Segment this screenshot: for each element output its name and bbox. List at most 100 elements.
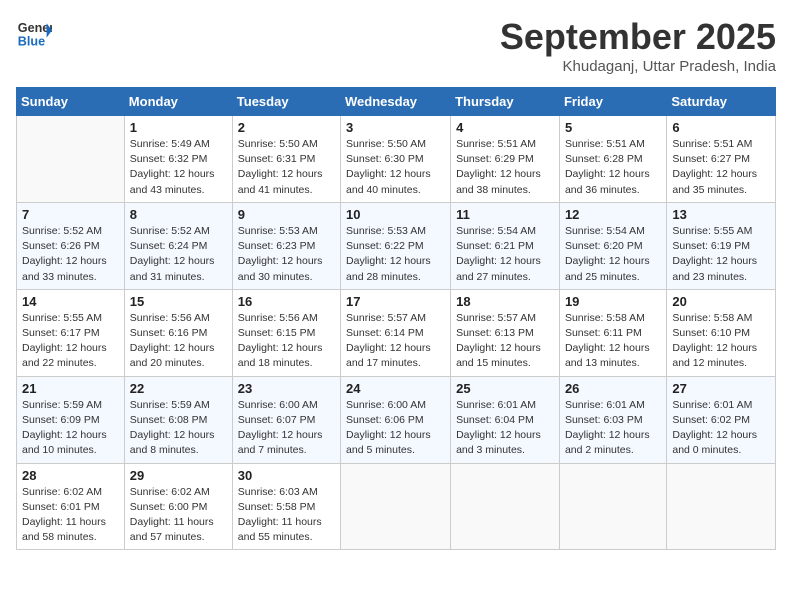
day-number: 25	[456, 381, 554, 396]
calendar-cell	[341, 463, 451, 550]
day-number: 8	[130, 207, 227, 222]
day-info: Sunrise: 5:59 AM Sunset: 6:08 PM Dayligh…	[130, 398, 227, 459]
title-block: September 2025 Khudaganj, Uttar Pradesh,…	[500, 16, 776, 75]
calendar-cell: 24 Sunrise: 6:00 AM Sunset: 6:06 PM Dayli…	[341, 376, 451, 463]
weekday-header-tuesday: Tuesday	[232, 88, 340, 116]
day-number: 4	[456, 120, 554, 135]
day-number: 28	[22, 468, 119, 483]
location-subtitle: Khudaganj, Uttar Pradesh, India	[500, 58, 776, 75]
calendar-cell: 3 Sunrise: 5:50 AM Sunset: 6:30 PM Daylig…	[341, 116, 451, 203]
day-info: Sunrise: 5:58 AM Sunset: 6:11 PM Dayligh…	[565, 311, 661, 372]
day-number: 14	[22, 294, 119, 309]
day-number: 21	[22, 381, 119, 396]
calendar-week-2: 7 Sunrise: 5:52 AM Sunset: 6:26 PM Daylig…	[17, 202, 776, 289]
day-info: Sunrise: 5:50 AM Sunset: 6:30 PM Dayligh…	[346, 137, 445, 198]
calendar-week-5: 28 Sunrise: 6:02 AM Sunset: 6:01 PM Dayli…	[17, 463, 776, 550]
day-info: Sunrise: 6:01 AM Sunset: 6:03 PM Dayligh…	[565, 398, 661, 459]
calendar-cell: 21 Sunrise: 5:59 AM Sunset: 6:09 PM Dayli…	[17, 376, 125, 463]
calendar-cell	[451, 463, 560, 550]
weekday-header-saturday: Saturday	[667, 88, 776, 116]
calendar-body: 1 Sunrise: 5:49 AM Sunset: 6:32 PM Daylig…	[17, 116, 776, 550]
day-info: Sunrise: 5:56 AM Sunset: 6:15 PM Dayligh…	[238, 311, 335, 372]
day-number: 15	[130, 294, 227, 309]
calendar-cell: 17 Sunrise: 5:57 AM Sunset: 6:14 PM Dayli…	[341, 289, 451, 376]
day-info: Sunrise: 5:55 AM Sunset: 6:19 PM Dayligh…	[672, 224, 770, 285]
calendar-cell: 2Sunrise: 5:50 AM Sunset: 6:31 PM Daylig…	[232, 116, 340, 203]
day-number: 30	[238, 468, 335, 483]
calendar-cell: 30Sunrise: 6:03 AM Sunset: 5:58 PM Dayli…	[232, 463, 340, 550]
weekday-header-sunday: Sunday	[17, 88, 125, 116]
day-info: Sunrise: 6:01 AM Sunset: 6:02 PM Dayligh…	[672, 398, 770, 459]
day-number: 26	[565, 381, 661, 396]
day-number: 6	[672, 120, 770, 135]
day-info: Sunrise: 5:51 AM Sunset: 6:28 PM Dayligh…	[565, 137, 661, 198]
day-number: 16	[238, 294, 335, 309]
day-number: 3	[346, 120, 445, 135]
day-info: Sunrise: 5:52 AM Sunset: 6:26 PM Dayligh…	[22, 224, 119, 285]
day-number: 12	[565, 207, 661, 222]
day-number: 29	[130, 468, 227, 483]
calendar-week-1: 1 Sunrise: 5:49 AM Sunset: 6:32 PM Daylig…	[17, 116, 776, 203]
day-info: Sunrise: 6:02 AM Sunset: 6:00 PM Dayligh…	[130, 485, 227, 546]
day-number: 17	[346, 294, 445, 309]
day-number: 22	[130, 381, 227, 396]
day-info: Sunrise: 5:57 AM Sunset: 6:14 PM Dayligh…	[346, 311, 445, 372]
day-number: 27	[672, 381, 770, 396]
calendar-cell	[17, 116, 125, 203]
day-number: 7	[22, 207, 119, 222]
calendar-cell: 23 Sunrise: 6:00 AM Sunset: 6:07 PM Dayli…	[232, 376, 340, 463]
calendar-cell: 15 Sunrise: 5:56 AM Sunset: 6:16 PM Dayli…	[124, 289, 232, 376]
day-info: Sunrise: 5:57 AM Sunset: 6:13 PM Dayligh…	[456, 311, 554, 372]
day-info: Sunrise: 5:53 AM Sunset: 6:23 PM Dayligh…	[238, 224, 335, 285]
day-number: 1	[130, 120, 227, 135]
day-info: Sunrise: 6:02 AM Sunset: 6:01 PM Dayligh…	[22, 485, 119, 546]
day-info: Sunrise: 6:00 AM Sunset: 6:07 PM Dayligh…	[238, 398, 335, 459]
month-title: September 2025	[500, 16, 776, 58]
calendar-cell: 16 Sunrise: 5:56 AM Sunset: 6:15 PM Dayli…	[232, 289, 340, 376]
calendar-cell: 18 Sunrise: 5:57 AM Sunset: 6:13 PM Dayli…	[451, 289, 560, 376]
day-info: Sunrise: 5:54 AM Sunset: 6:21 PM Dayligh…	[456, 224, 554, 285]
day-number: 11	[456, 207, 554, 222]
day-number: 19	[565, 294, 661, 309]
day-number: 13	[672, 207, 770, 222]
calendar-table: SundayMondayTuesdayWednesdayThursdayFrid…	[16, 87, 776, 550]
calendar-cell: 7 Sunrise: 5:52 AM Sunset: 6:26 PM Daylig…	[17, 202, 125, 289]
weekday-header-wednesday: Wednesday	[341, 88, 451, 116]
day-number: 2	[238, 120, 335, 135]
day-info: Sunrise: 6:00 AM Sunset: 6:06 PM Dayligh…	[346, 398, 445, 459]
calendar-cell: 1 Sunrise: 5:49 AM Sunset: 6:32 PM Daylig…	[124, 116, 232, 203]
calendar-cell: 10 Sunrise: 5:53 AM Sunset: 6:22 PM Dayli…	[341, 202, 451, 289]
logo-icon: General Blue	[16, 16, 52, 52]
calendar-cell: 25Sunrise: 6:01 AM Sunset: 6:04 PM Dayli…	[451, 376, 560, 463]
calendar-cell: 9Sunrise: 5:53 AM Sunset: 6:23 PM Daylig…	[232, 202, 340, 289]
calendar-cell: 29 Sunrise: 6:02 AM Sunset: 6:00 PM Dayli…	[124, 463, 232, 550]
calendar-cell: 12Sunrise: 5:54 AM Sunset: 6:20 PM Dayli…	[559, 202, 666, 289]
day-number: 24	[346, 381, 445, 396]
calendar-cell: 4Sunrise: 5:51 AM Sunset: 6:29 PM Daylig…	[451, 116, 560, 203]
svg-text:Blue: Blue	[18, 35, 45, 49]
calendar-cell: 14 Sunrise: 5:55 AM Sunset: 6:17 PM Dayli…	[17, 289, 125, 376]
day-number: 5	[565, 120, 661, 135]
day-info: Sunrise: 5:59 AM Sunset: 6:09 PM Dayligh…	[22, 398, 119, 459]
day-number: 20	[672, 294, 770, 309]
weekday-header-row: SundayMondayTuesdayWednesdayThursdayFrid…	[17, 88, 776, 116]
calendar-cell: 6 Sunrise: 5:51 AM Sunset: 6:27 PM Daylig…	[667, 116, 776, 203]
calendar-cell: 27 Sunrise: 6:01 AM Sunset: 6:02 PM Dayli…	[667, 376, 776, 463]
day-info: Sunrise: 5:52 AM Sunset: 6:24 PM Dayligh…	[130, 224, 227, 285]
calendar-cell: 8 Sunrise: 5:52 AM Sunset: 6:24 PM Daylig…	[124, 202, 232, 289]
day-info: Sunrise: 5:55 AM Sunset: 6:17 PM Dayligh…	[22, 311, 119, 372]
day-number: 18	[456, 294, 554, 309]
day-info: Sunrise: 5:51 AM Sunset: 6:27 PM Dayligh…	[672, 137, 770, 198]
calendar-cell: 26 Sunrise: 6:01 AM Sunset: 6:03 PM Dayli…	[559, 376, 666, 463]
calendar-cell: 28 Sunrise: 6:02 AM Sunset: 6:01 PM Dayli…	[17, 463, 125, 550]
calendar-cell	[667, 463, 776, 550]
calendar-week-3: 14 Sunrise: 5:55 AM Sunset: 6:17 PM Dayli…	[17, 289, 776, 376]
day-info: Sunrise: 5:56 AM Sunset: 6:16 PM Dayligh…	[130, 311, 227, 372]
calendar-week-4: 21 Sunrise: 5:59 AM Sunset: 6:09 PM Dayli…	[17, 376, 776, 463]
day-info: Sunrise: 5:49 AM Sunset: 6:32 PM Dayligh…	[130, 137, 227, 198]
calendar-cell: 11 Sunrise: 5:54 AM Sunset: 6:21 PM Dayli…	[451, 202, 560, 289]
day-number: 23	[238, 381, 335, 396]
weekday-header-friday: Friday	[559, 88, 666, 116]
day-info: Sunrise: 5:53 AM Sunset: 6:22 PM Dayligh…	[346, 224, 445, 285]
day-number: 10	[346, 207, 445, 222]
